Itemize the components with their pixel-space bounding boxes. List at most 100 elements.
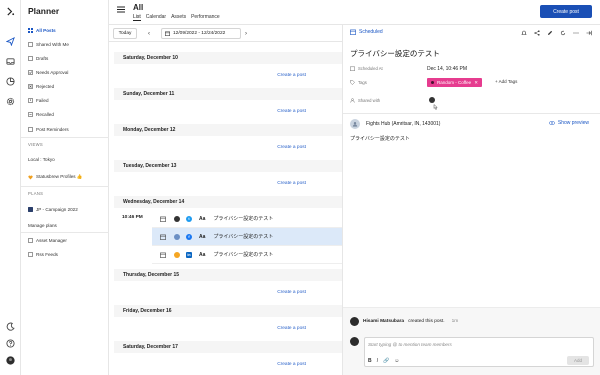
divider [21, 232, 109, 233]
activity-section: Hisami Matsubara created this post. 1m S… [343, 307, 600, 375]
text-type-icon: Aa [199, 251, 206, 258]
send-icon[interactable] [5, 36, 15, 46]
tag-icon [350, 80, 355, 85]
more-icon[interactable] [572, 29, 579, 36]
create-post-button[interactable]: Create post [540, 5, 592, 18]
tag-label: Random - Coffee [437, 80, 472, 85]
rejected-icon [28, 83, 33, 89]
sidebar-item-needs-approval[interactable]: Needs Approval [28, 67, 68, 77]
sidebar-title: Planner [28, 6, 60, 16]
plan-jp-campaign[interactable]: JP - Campaign 2022 [28, 204, 78, 214]
tab-performance[interactable]: Performance [191, 14, 220, 21]
scheduled-at-field: Scheduled At [350, 66, 383, 71]
approval-icon [28, 69, 33, 75]
remove-tag-icon[interactable]: ✕ [474, 80, 478, 86]
activity-item: Hisami Matsubara created this post. 1m [350, 317, 458, 326]
sidebar-item-label: Needs Approval [36, 69, 69, 75]
field-label: Tags [358, 80, 367, 85]
date-range-text: 12/09/2022 - 12/24/2022 [173, 31, 226, 36]
sidebar-item-shared[interactable]: Shared With Me [28, 39, 69, 49]
show-preview-label: Show preview [557, 120, 589, 126]
calendar-icon [350, 66, 355, 71]
post-row[interactable]: in Aa プライバシー設定のテスト [152, 246, 342, 264]
help-icon[interactable] [5, 338, 15, 348]
close-panel-icon[interactable] [585, 29, 592, 36]
day-row: Create a post [114, 172, 342, 196]
shared-avatar[interactable] [429, 97, 435, 103]
top-header: All List Calendar Assets Performance Cre… [109, 0, 600, 25]
create-post-link[interactable]: Create a post [277, 181, 306, 186]
create-post-link[interactable]: Create a post [277, 290, 306, 295]
settings-icon[interactable] [5, 96, 15, 106]
menu-icon[interactable] [117, 6, 125, 13]
create-post-link[interactable]: Create a post [277, 73, 306, 78]
analytics-icon[interactable] [5, 76, 15, 86]
comment-box[interactable]: Start typing @ to mention team members B… [364, 337, 594, 367]
post-row[interactable]: t Aa プライバシー設定のテスト [152, 210, 342, 228]
add-tags-label: Add Tags [498, 79, 518, 84]
refresh-icon[interactable] [559, 29, 566, 36]
create-post-link[interactable]: Create a post [277, 109, 306, 114]
create-post-link[interactable]: Create a post [277, 145, 306, 150]
tag-chip[interactable]: Random - Coffee ✕ [427, 78, 482, 87]
tab-calendar[interactable]: Calendar [146, 14, 166, 21]
account-name: Fights Hub (Amritsar, IN, 143001) [366, 121, 441, 127]
bell-icon[interactable] [520, 29, 527, 36]
tab-assets[interactable]: Assets [171, 14, 186, 21]
post-detail-panel: Scheduled プライバシー設定のテスト Scheduled At Dec … [342, 25, 600, 375]
account-avatar [350, 119, 360, 129]
draft-icon [28, 55, 33, 61]
inbox-icon[interactable] [5, 56, 15, 66]
sidebar-item-label: Rejected [36, 83, 55, 89]
recalled-icon [28, 111, 33, 117]
italic-button[interactable]: I [377, 358, 378, 364]
scheduled-at-value[interactable]: Dec 14, 10:46 PM [427, 66, 467, 72]
sidebar-item-post-reminders[interactable]: Post Reminders [28, 124, 69, 134]
moon-icon[interactable] [5, 321, 15, 331]
post-row-selected[interactable]: f Aa プライバシー設定のテスト [152, 228, 342, 246]
sidebar-item-label: All Posts [36, 27, 56, 33]
user-avatar[interactable] [5, 355, 15, 365]
day-row: Create a post [114, 100, 342, 124]
sidebar-item-label: Failed [36, 97, 49, 103]
link-icon[interactable]: 🔗 [383, 358, 389, 364]
asset-icon [28, 237, 33, 243]
sidebar-item-rss-feeds[interactable]: Rss Feeds [28, 249, 58, 259]
sidebar-item-failed[interactable]: Failed [28, 95, 49, 105]
next-arrow-icon[interactable]: › [242, 29, 250, 38]
add-tags-button[interactable]: + Add Tags [495, 79, 517, 84]
view-local-tokyo[interactable]: Local : Tokyo [28, 154, 55, 164]
sidebar-item-rejected[interactable]: Rejected [28, 81, 54, 91]
sidebar-item-asset-manager[interactable]: Asset Manager [28, 235, 67, 245]
commenter-avatar [350, 337, 359, 346]
create-post-link[interactable]: Create a post [277, 326, 306, 331]
date-range-picker[interactable]: 12/09/2022 - 12/24/2022 [161, 28, 241, 39]
status-badge: Scheduled [350, 29, 383, 35]
facebook-icon: f [186, 233, 192, 240]
view-statusbrew-profiles[interactable]: Statusbrew Profiles 👍 [28, 172, 83, 182]
tags-field: Tags [350, 80, 367, 85]
text-type-icon: Aa [199, 215, 206, 222]
bold-button[interactable]: B [368, 358, 372, 364]
today-button[interactable]: Today [113, 28, 137, 39]
manage-plans-link[interactable]: Manage plans [28, 220, 57, 230]
post-list: Saturday, December 10 Create a post Sund… [114, 48, 342, 375]
create-post-link[interactable]: Create a post [277, 362, 306, 367]
comment-input[interactable]: Start typing @ to mention team members [368, 342, 452, 347]
plan-icon [28, 206, 33, 212]
linkedin-icon: in [186, 251, 192, 258]
sidebar-item-drafts[interactable]: Drafts [28, 53, 48, 63]
logo-icon[interactable] [5, 6, 15, 16]
post-title: プライバシー設定のテスト [350, 49, 440, 58]
add-comment-button[interactable]: Add [567, 356, 589, 365]
sidebar-item-all-posts[interactable]: All Posts [28, 25, 56, 35]
tab-list[interactable]: List [133, 14, 141, 21]
emoji-icon[interactable]: ☺ [394, 358, 399, 364]
share-icon[interactable] [533, 29, 540, 36]
edit-icon[interactable] [546, 29, 553, 36]
show-preview-button[interactable]: Show preview [548, 120, 589, 126]
cursor-icon [433, 104, 438, 110]
status-text: Scheduled [359, 29, 383, 35]
prev-arrow-icon[interactable]: ‹ [145, 29, 153, 38]
sidebar-item-recalled[interactable]: Recalled [28, 109, 54, 119]
